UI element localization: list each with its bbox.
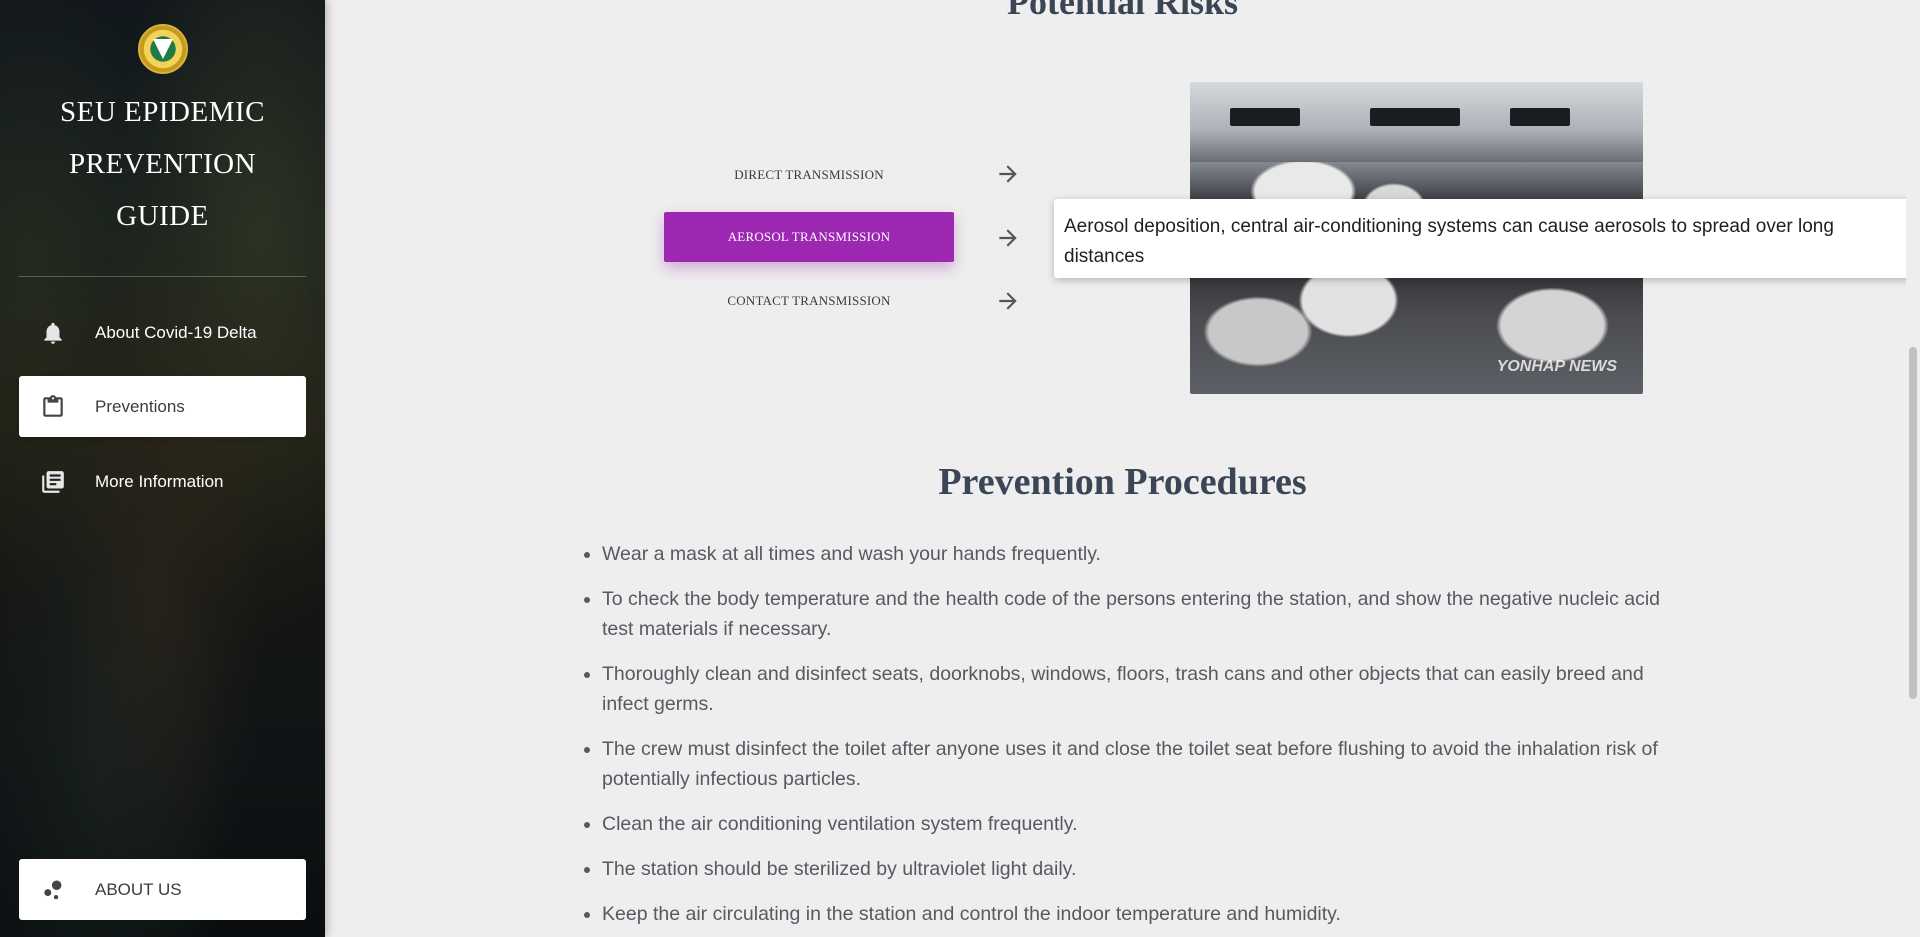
sidebar: SEU EPIDEMIC PREVENTION GUIDE About Covi… xyxy=(0,0,325,937)
prevention-procedures-title: Prevention Procedures xyxy=(938,461,1307,503)
sidebar-item-about-covid[interactable]: About Covid-19 Delta xyxy=(19,302,306,363)
bubble-chart-icon xyxy=(38,875,68,905)
photo-watermark: YONHAP NEWS xyxy=(1496,358,1617,375)
about-us-button[interactable]: ABOUT US xyxy=(19,859,306,920)
page-scrollbar[interactable] xyxy=(1906,0,1920,937)
about-us-label: ABOUT US xyxy=(95,879,182,899)
site-title-line: GUIDE xyxy=(116,200,209,232)
photo-sign xyxy=(1370,108,1460,126)
arrow-right-icon xyxy=(999,229,1017,247)
list-item: The station should be sterilized by ultr… xyxy=(584,854,1692,884)
site-title-line: SEU EPIDEMIC xyxy=(60,96,265,128)
sidebar-item-label: More Information xyxy=(95,471,224,491)
arrow-right-icon xyxy=(999,165,1017,183)
photo-sign xyxy=(1230,108,1300,126)
list-item: Wear a mask at all times and wash your h… xyxy=(584,539,1692,569)
list-item: Thoroughly clean and disinfect seats, do… xyxy=(584,659,1692,719)
site-title: SEU EPIDEMIC PREVENTION GUIDE xyxy=(0,86,325,242)
procedures-list: Wear a mask at all times and wash your h… xyxy=(584,539,1692,937)
list-item: To check the body temperature and the he… xyxy=(584,584,1692,644)
list-item: The crew must disinfect the toilet after… xyxy=(584,734,1692,794)
list-item: Keep the air circulating in the station … xyxy=(584,899,1692,929)
sidebar-item-more-information[interactable]: More Information xyxy=(19,451,306,512)
university-seal-icon[interactable] xyxy=(138,24,188,74)
tab-contact-transmission[interactable]: CONTACT TRANSMISSION xyxy=(664,276,954,326)
sidebar-item-label: Preventions xyxy=(95,396,185,416)
potential-risks-title: Potential Risks xyxy=(1006,0,1238,22)
tab-direct-transmission[interactable]: DIRECT TRANSMISSION xyxy=(664,150,954,200)
clipboard-icon xyxy=(38,392,68,422)
transmission-tooltip: Aerosol deposition, central air-conditio… xyxy=(1054,199,1920,278)
scrollbar-thumb[interactable] xyxy=(1909,347,1917,699)
bell-icon xyxy=(38,318,68,348)
list-item: Clean the air conditioning ventilation s… xyxy=(584,809,1692,839)
arrow-right-icon xyxy=(999,292,1017,310)
tab-aerosol-transmission[interactable]: AEROSOL TRANSMISSION xyxy=(664,212,954,262)
sidebar-divider xyxy=(18,276,306,277)
library-books-icon xyxy=(38,467,68,497)
photo-sign xyxy=(1510,108,1570,126)
sidebar-item-preventions[interactable]: Preventions xyxy=(19,376,306,437)
site-title-line: PREVENTION xyxy=(68,148,257,180)
sidebar-item-label: About Covid-19 Delta xyxy=(95,322,257,342)
